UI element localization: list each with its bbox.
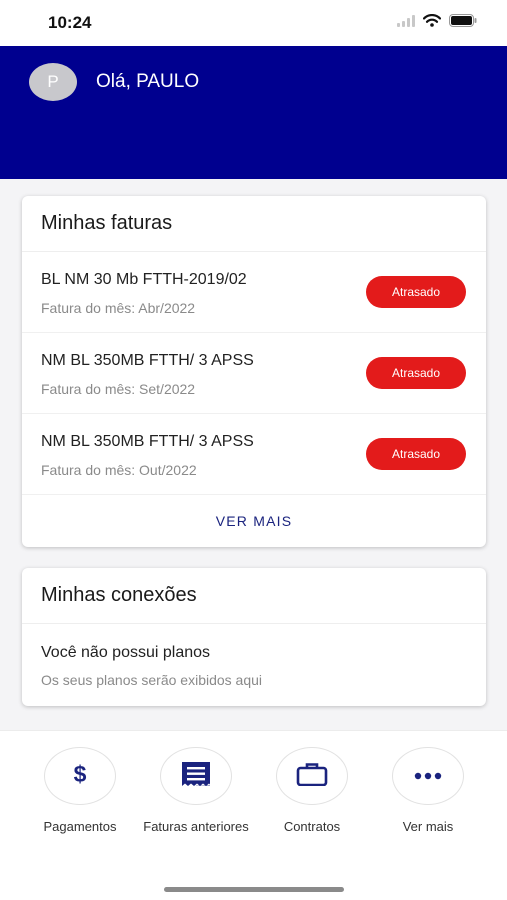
invoice-plan-name: BL NM 30 Mb FTTH-2019/02	[41, 271, 247, 288]
empty-state-title: Você não possui planos	[41, 644, 211, 661]
previous-invoices-action[interactable]: Faturas anteriores	[141, 747, 251, 836]
overdue-badge: Atrasado	[366, 276, 466, 308]
invoice-plan-name: NM BL 350MB FTTH/ 3 APSS	[41, 433, 254, 450]
greeting: Olá, PAULO	[96, 71, 200, 92]
svg-text:$: $	[74, 761, 87, 787]
contracts-button[interactable]	[276, 747, 348, 805]
dollar-icon: $	[69, 761, 91, 792]
invoice-item[interactable]: NM BL 350MB FTTH/ 3 APSS Fatura do mês: …	[22, 333, 486, 414]
overdue-badge: Atrasado	[366, 357, 466, 389]
invoice-month: Fatura do mês: Set/2022	[41, 381, 196, 397]
invoices-card-title: Minhas faturas	[22, 196, 486, 252]
wifi-icon	[422, 14, 442, 32]
avatar[interactable]: P	[29, 63, 77, 101]
see-more-action[interactable]: Ver mais	[373, 747, 483, 836]
invoice-item[interactable]: NM BL 350MB FTTH/ 3 APSS Fatura do mês: …	[22, 414, 486, 495]
invoice-item[interactable]: BL NM 30 Mb FTTH-2019/02 Fatura do mês: …	[22, 252, 486, 333]
see-more-actions-button[interactable]	[392, 747, 464, 805]
status-icons	[397, 14, 477, 32]
empty-state-subtitle: Os seus planos serão exibidos aqui	[41, 672, 263, 688]
briefcase-icon	[296, 762, 328, 791]
home-indicator[interactable]	[164, 887, 344, 892]
overdue-badge: Atrasado	[366, 438, 466, 470]
payments-label: Pagamentos	[43, 819, 117, 834]
previous-invoices-button[interactable]	[160, 747, 232, 805]
app-header: P Olá, PAULO	[0, 46, 507, 179]
invoice-plan-name: NM BL 350MB FTTH/ 3 APSS	[41, 352, 254, 369]
previous-invoices-label: Faturas anteriores	[143, 819, 249, 834]
invoices-card: Minhas faturas BL NM 30 Mb FTTH-2019/02 …	[22, 196, 486, 547]
see-more-actions-label: Ver mais	[402, 819, 454, 834]
contracts-action[interactable]: Contratos	[257, 747, 367, 836]
invoice-month: Fatura do mês: Abr/2022	[41, 300, 196, 316]
see-more-button[interactable]: VER MAIS	[22, 495, 486, 547]
status-bar: 10:24	[0, 0, 507, 46]
payments-button[interactable]: $	[44, 747, 116, 805]
more-horizontal-icon	[414, 767, 442, 785]
invoice-month: Fatura do mês: Out/2022	[41, 462, 197, 478]
status-time: 10:24	[48, 13, 92, 32]
battery-icon	[449, 14, 477, 32]
signal-icon	[397, 14, 415, 32]
connections-card-title: Minhas conexões	[22, 568, 486, 624]
quick-actions-panel: $ Pagamentos Faturas anteriores Contrato…	[0, 730, 507, 900]
connections-card: Minhas conexões Você não possui planos O…	[22, 568, 486, 706]
contracts-label: Contratos	[283, 819, 341, 834]
payments-action[interactable]: $ Pagamentos	[25, 747, 135, 836]
receipt-icon	[181, 761, 211, 792]
